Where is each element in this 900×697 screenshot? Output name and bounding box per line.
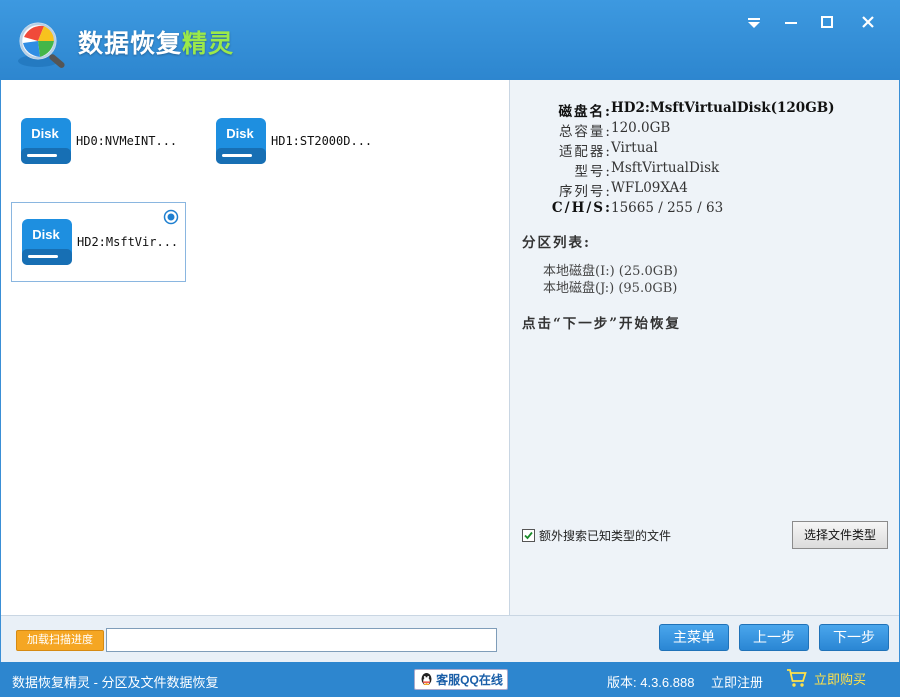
disk-label: HD1:ST2000D... xyxy=(271,134,373,148)
cart-icon xyxy=(787,669,807,687)
scan-progress-path-input[interactable] xyxy=(106,628,497,652)
extra-search-checkbox[interactable] xyxy=(522,529,535,542)
title-bar: 数据恢复精灵 xyxy=(0,0,900,80)
maximize-icon[interactable] xyxy=(815,10,839,34)
extra-search-option[interactable]: 额外搜索已知类型的文件 xyxy=(522,527,671,544)
partition-list-title: 分区列表: xyxy=(522,235,591,251)
svg-text:Disk: Disk xyxy=(31,126,59,141)
status-bar: 数据恢复精灵 - 分区及文件数据恢复 客服QQ在线 版本: 4.3.6.888 … xyxy=(0,662,900,697)
selected-radio-icon[interactable] xyxy=(163,209,179,225)
qq-penguin-icon xyxy=(421,673,432,685)
buy-now-link[interactable]: 立即购买 xyxy=(786,668,866,688)
select-file-type-button[interactable]: 选择文件类型 xyxy=(792,521,888,549)
svg-text:Disk: Disk xyxy=(32,227,60,242)
disk-icon: Disk xyxy=(20,215,74,269)
register-link[interactable]: 立即注册 xyxy=(711,672,763,691)
main-area: Disk HD0:NVMeINT... Disk HD1:ST2000D... xyxy=(1,80,899,615)
close-icon[interactable] xyxy=(856,10,880,34)
qq-support-button[interactable]: 客服QQ在线 xyxy=(414,669,508,690)
status-app-title: 数据恢复精灵 - 分区及文件数据恢复 xyxy=(12,675,219,690)
next-step-button[interactable]: 下一步 xyxy=(819,624,889,651)
disk-card-hd2[interactable]: Disk HD2:MsftVir... xyxy=(11,202,186,282)
partition-item: 本地磁盘(J:) (95.0GB) xyxy=(543,281,678,296)
disk-list-panel: Disk HD0:NVMeINT... Disk HD1:ST2000D... xyxy=(1,80,509,615)
magnifier-logo-icon xyxy=(14,17,74,69)
disk-icon: Disk xyxy=(214,114,268,168)
app-title: 数据恢复精灵 xyxy=(78,29,235,58)
minimize-icon[interactable] xyxy=(779,10,803,34)
load-scan-progress-button[interactable]: 加载扫描进度 xyxy=(16,630,104,651)
extra-search-label: 额外搜索已知类型的文件 xyxy=(539,529,672,543)
next-step-hint: 点击“下一步”开始恢复 xyxy=(522,316,682,332)
version-text: 版本: 4.3.6.888 xyxy=(607,675,695,690)
disk-details-panel: 磁盘名: HD2:MsftVirtualDisk(120GB) 总容量: 120… xyxy=(510,80,899,615)
disk-card-hd1[interactable]: Disk HD1:ST2000D... xyxy=(206,102,381,182)
svg-text:Disk: Disk xyxy=(226,126,254,141)
disk-label: HD2:MsftVir... xyxy=(77,235,179,249)
main-menu-button[interactable]: 主菜单 xyxy=(659,624,729,651)
disk-card-hd0[interactable]: Disk HD0:NVMeINT... xyxy=(11,102,186,182)
menu-icon[interactable] xyxy=(742,10,766,34)
action-bar: 加载扫描进度 主菜单 上一步 下一步 xyxy=(1,615,899,662)
disk-icon: Disk xyxy=(19,114,73,168)
previous-step-button[interactable]: 上一步 xyxy=(739,624,809,651)
disk-label: HD0:NVMeINT... xyxy=(76,134,178,148)
